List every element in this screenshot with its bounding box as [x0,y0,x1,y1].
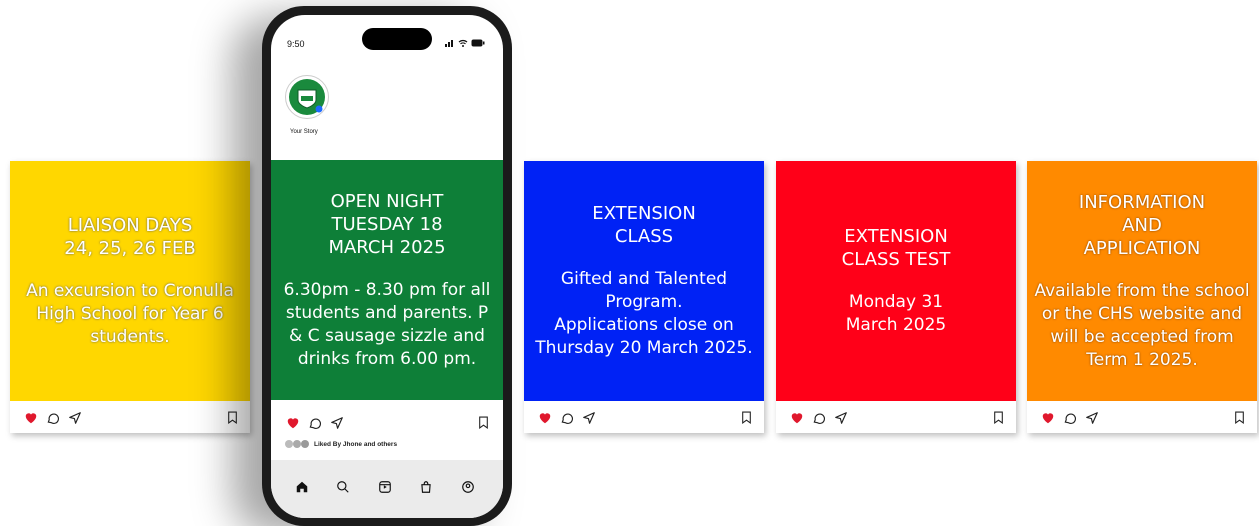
heart-icon[interactable] [24,411,38,425]
post-heading: EXTENSION CLASS [592,203,696,247]
shop-icon[interactable] [419,480,433,494]
status-icons [445,39,485,47]
send-icon[interactable] [582,411,596,425]
send-icon[interactable] [1085,411,1099,425]
post-panel: EXTENSION CLASS TEST Monday 31 March 202… [776,161,1016,401]
status-time: 9:50 [287,39,305,49]
bookmark-icon[interactable] [227,411,238,424]
comment-icon[interactable] [560,411,574,425]
post-body: Monday 31 March 2025 [845,292,947,335]
comment-icon[interactable] [46,411,60,425]
bookmark-icon[interactable] [478,416,489,429]
heart-icon[interactable] [790,411,804,425]
post-actions [524,407,764,431]
phone-screen: 9:50 Your Story OPEN NIGHT TUESDAY 18 MA… [271,15,503,518]
signal-icon [445,40,453,47]
post-heading: EXTENSION CLASS TEST [841,226,951,270]
heart-icon[interactable] [1041,411,1055,425]
send-icon[interactable] [68,411,82,425]
post-card-information: INFORMATION AND APPLICATION Available fr… [1027,161,1257,433]
send-icon[interactable] [834,411,848,425]
post-heading: LIAISON DAYS 24, 25, 26 FEB [64,214,196,259]
bookmark-icon[interactable] [1234,411,1245,424]
post-panel: LIAISON DAYS 24, 25, 26 FEB An excursion… [10,161,250,401]
post-heading: INFORMATION AND APPLICATION [1078,191,1206,259]
post-body: An excursion to Cronulla High School for… [26,280,234,347]
profile-icon[interactable] [461,480,475,494]
post-actions [10,407,250,431]
post-card-extension-test: EXTENSION CLASS TEST Monday 31 March 202… [776,161,1016,433]
liker-avatars [285,440,311,448]
comment-icon[interactable] [1063,411,1077,425]
bookmark-icon[interactable] [993,411,1004,424]
home-icon[interactable] [295,480,309,494]
heart-icon[interactable] [286,416,300,430]
post-card-open-night: OPEN NIGHT TUESDAY 18 MARCH 2025 6.30pm … [271,160,503,400]
story-label: Your Story [290,129,318,135]
post-actions [776,407,1016,431]
post-card-liaison: LIAISON DAYS 24, 25, 26 FEB An excursion… [10,161,250,433]
heart-icon[interactable] [538,411,552,425]
story-avatar[interactable] [285,75,329,119]
liked-by-row[interactable]: Liked By Jhone and others [285,440,397,448]
post-actions [271,413,503,433]
comment-icon[interactable] [812,411,826,425]
phone-mockup: 9:50 Your Story OPEN NIGHT TUESDAY 18 MA… [262,6,512,526]
post-panel: EXTENSION CLASS Gifted and Talented Prog… [524,161,764,401]
comment-icon[interactable] [308,416,322,430]
wifi-icon [458,39,468,47]
reels-icon[interactable] [378,480,392,494]
battery-icon [471,39,485,47]
post-panel: INFORMATION AND APPLICATION Available fr… [1027,161,1257,401]
search-icon[interactable] [336,480,350,494]
post-body: Available from the school or the CHS web… [1034,280,1250,370]
post-body: 6.30pm - 8.30 pm for all students and pa… [283,279,491,369]
post-card-extension-class: EXTENSION CLASS Gifted and Talented Prog… [524,161,764,433]
school-crest-logo [289,79,325,115]
send-icon[interactable] [330,416,344,430]
bookmark-icon[interactable] [741,411,752,424]
dynamic-island [362,28,432,50]
post-body: Gifted and Talented Program. Application… [535,269,753,358]
bottom-nav [271,460,503,518]
post-actions [1027,407,1257,431]
post-heading: OPEN NIGHT TUESDAY 18 MARCH 2025 [328,190,446,258]
liked-by-text: Liked By Jhone and others [314,440,398,448]
